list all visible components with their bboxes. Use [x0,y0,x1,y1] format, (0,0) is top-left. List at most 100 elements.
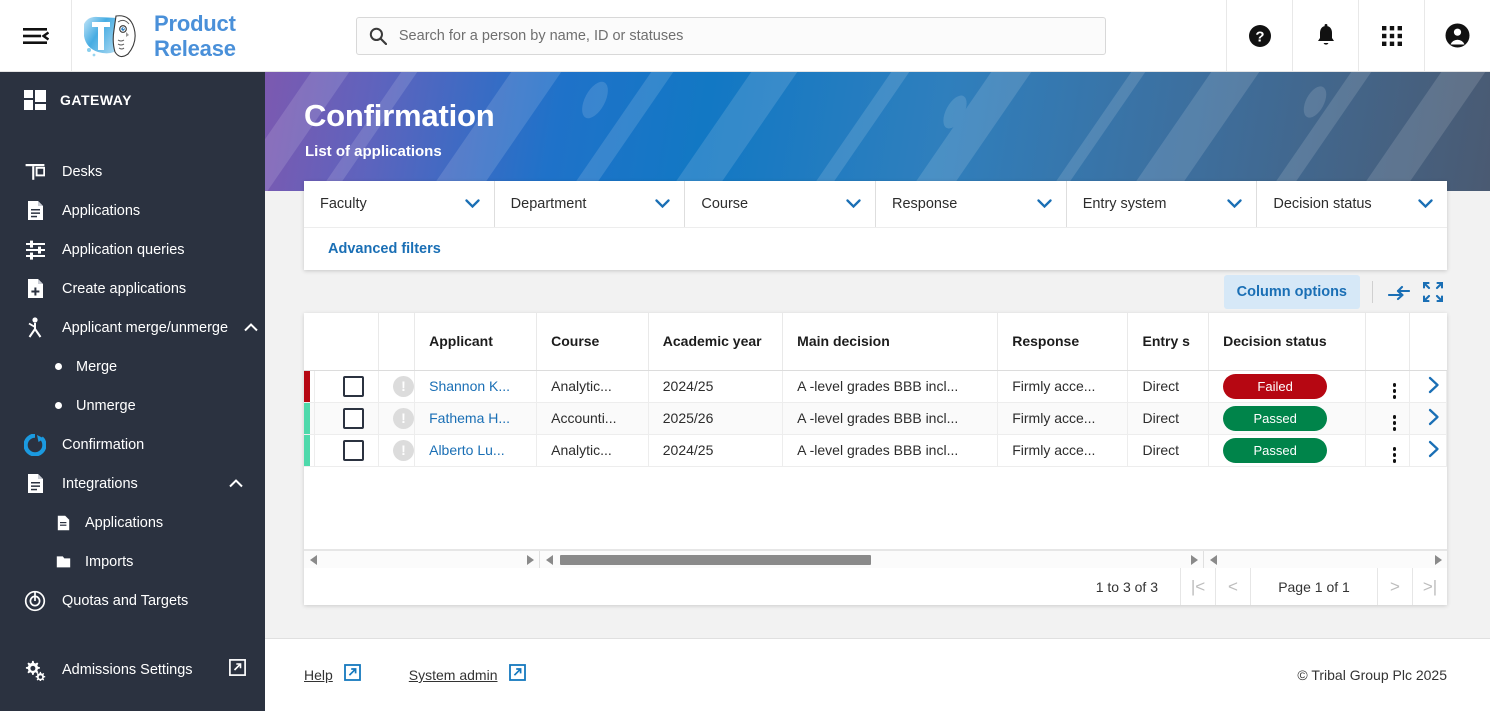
sidebar-item-applications[interactable]: Applications [0,191,265,230]
warning-icon: ! [393,407,414,429]
brand-logo-area[interactable]: Product Release [72,0,236,71]
previous-page-button[interactable]: < [1215,568,1250,605]
right-pane-hscrollbar[interactable] [1204,551,1447,568]
th-select-all[interactable] [314,313,379,371]
row-menu-cell[interactable] [1365,370,1410,403]
table-row[interactable]: ! Shannon K... Analytic... 2024/25 A -le… [304,370,1448,403]
row-checkbox-cell[interactable] [314,434,379,467]
scroll-track[interactable] [322,551,521,569]
center-pane-hscrollbar[interactable] [540,551,1204,568]
chevron-down-icon [846,196,861,212]
chevron-down-icon [1418,196,1433,212]
row-checkbox[interactable] [342,407,364,429]
applicant-link[interactable]: Fathema H... [429,410,510,426]
sidebar-item-imports[interactable]: Imports [0,542,265,581]
th-entry-system[interactable]: Entry s [1127,313,1210,371]
row-checkbox[interactable] [342,375,364,397]
global-search-box[interactable] [355,16,1106,55]
search-input[interactable] [398,27,1093,44]
row-menu-cell[interactable] [1365,402,1410,435]
hamburger-menu-button[interactable] [0,0,72,71]
help-link[interactable]: Help [304,664,361,686]
sidebar-item-label: Desks [62,163,103,180]
sidebar-item-quotas-and-targets[interactable]: Quotas and Targets [0,581,265,620]
sidebar-item-unmerge[interactable]: Unmerge [0,386,265,425]
kebab-menu-icon[interactable] [1392,447,1397,463]
scroll-left-arrow[interactable] [540,554,558,565]
scroll-right-arrow[interactable] [1185,554,1203,565]
table-header: Applicant Course Academic year Main deci… [304,313,1447,371]
table-row[interactable]: ! Fathema H... Accounti... 2025/26 A -le… [304,402,1448,435]
th-decision-status[interactable]: Decision status [1208,313,1367,371]
sidebar-item-merge[interactable]: Merge [0,347,265,386]
system-admin-link[interactable]: System admin [409,664,526,686]
scroll-right-arrow[interactable] [521,554,539,565]
left-pane-hscrollbar[interactable] [304,551,540,568]
apps-button[interactable] [1358,0,1424,71]
row-checkbox-cell[interactable] [314,402,379,435]
notifications-bell-icon [1317,23,1334,45]
filter-faculty[interactable]: Faculty [304,181,495,227]
sidebar-item-create-applications[interactable]: Create applications [0,269,265,308]
cell-entry-system: Direct [1127,370,1210,403]
kebab-menu-icon[interactable] [1392,415,1397,431]
fit-screen-button[interactable] [1419,278,1447,306]
cell-applicant: Alberto Lu... [414,434,538,467]
sidebar-item-desks[interactable]: Desks [0,152,265,191]
sidebar-item-integrations-applications[interactable]: Applications [0,503,265,542]
table-scrollbars [304,550,1447,568]
sidebar-item-confirmation[interactable]: Confirmation [0,425,265,464]
account-button[interactable] [1424,0,1490,71]
sidebar-item-applicant-merge-unmerge[interactable]: Applicant merge/unmerge [0,308,265,347]
cell-applicant: Shannon K... [414,370,538,403]
row-expand-cell[interactable] [1409,370,1448,403]
advanced-filters-row: Advanced filters [304,227,1447,270]
th-main-decision[interactable]: Main decision [782,313,999,371]
applicant-link[interactable]: Shannon K... [429,378,510,394]
th-academic-year[interactable]: Academic year [648,313,784,371]
cell-course: Accounti... [536,402,649,435]
sidebar-item-label: Confirmation [62,436,145,453]
chevron-up-icon [229,476,243,492]
filter-label: Entry system [1082,196,1167,212]
help-button[interactable]: ? [1226,0,1292,71]
filter-response[interactable]: Response [876,181,1067,227]
row-checkbox[interactable] [342,439,364,461]
row-checkbox-cell[interactable] [314,370,379,403]
table-row[interactable]: ! Alberto Lu... Analytic... 2024/25 A -l… [304,434,1448,467]
last-page-button[interactable]: >| [1412,568,1447,605]
scroll-left-arrow[interactable] [304,554,322,565]
row-expand-cell[interactable] [1409,402,1448,435]
filter-decision-status[interactable]: Decision status [1257,181,1447,227]
scroll-track[interactable] [558,551,1185,569]
status-badge: Failed [1223,373,1328,399]
scroll-left-arrow[interactable] [1204,554,1222,565]
sidebar-item-integrations[interactable]: Integrations [0,464,265,503]
filter-entry-system[interactable]: Entry system [1067,181,1258,227]
column-options-button[interactable]: Column options [1223,275,1360,309]
row-expand-cell[interactable] [1409,434,1448,467]
scroll-track[interactable] [1222,551,1429,569]
filter-course[interactable]: Course [685,181,877,227]
collapse-left-button[interactable] [1385,278,1413,306]
sidebar-logo: GATEWAY [0,72,265,124]
row-marker [304,402,315,435]
sidebar-item-label: Create applications [62,280,187,297]
th-course[interactable]: Course [536,313,649,371]
kebab-menu-icon[interactable] [1392,383,1397,399]
sidebar-item-application-queries[interactable]: Application queries [0,230,265,269]
row-menu-cell[interactable] [1365,434,1410,467]
scroll-right-arrow[interactable] [1429,554,1447,565]
next-page-button[interactable]: > [1377,568,1412,605]
applications-table-card: Applicant Course Academic year Main deci… [304,313,1448,605]
notifications-button[interactable] [1292,0,1358,71]
th-applicant[interactable]: Applicant [414,313,538,371]
gears-icon [24,659,46,681]
applicant-link[interactable]: Alberto Lu... [429,442,505,458]
advanced-filters-link[interactable]: Advanced filters [328,241,441,257]
scroll-thumb[interactable] [560,554,871,565]
sidebar-item-admissions-settings[interactable]: Admissions Settings [0,650,265,689]
first-page-button[interactable]: |< [1180,568,1215,605]
th-response[interactable]: Response [997,313,1129,371]
filter-department[interactable]: Department [495,181,686,227]
